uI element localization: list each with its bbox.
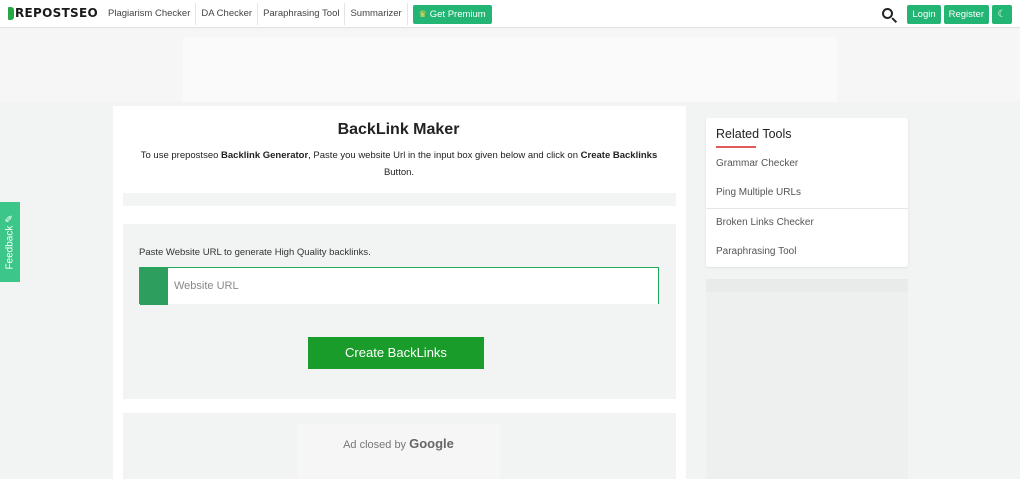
main-nav: Plagiarism Checker DA Checker Paraphrasi… bbox=[103, 0, 492, 28]
feedback-tab[interactable]: Feedback ✎ bbox=[0, 202, 20, 282]
feedback-label: Feedback ✎ bbox=[4, 214, 16, 270]
nav-plagiarism-checker[interactable]: Plagiarism Checker bbox=[103, 3, 197, 25]
page-title: BackLink Maker bbox=[337, 121, 460, 138]
related-link-ping-multiple-urls[interactable]: Ping Multiple URLs bbox=[716, 187, 801, 198]
dark-mode-toggle[interactable]: ☾ bbox=[992, 5, 1012, 24]
title-underline bbox=[716, 146, 756, 148]
website-url-input[interactable] bbox=[174, 268, 654, 304]
search-icon[interactable] bbox=[880, 6, 900, 24]
get-premium-button[interactable]: ♛ Get Premium bbox=[412, 4, 492, 24]
url-field-wrapper bbox=[139, 267, 659, 305]
sidebar-ad-header bbox=[706, 279, 908, 292]
bottom-ad-slot bbox=[297, 424, 500, 479]
get-premium-label: Get Premium bbox=[429, 8, 486, 20]
google-logo: Google bbox=[409, 436, 454, 451]
chat-icon: ✎ bbox=[4, 214, 16, 223]
header-actions: Login Register ☾ bbox=[880, 5, 1012, 24]
related-tools-title: Related Tools bbox=[716, 127, 792, 141]
login-button[interactable]: Login bbox=[907, 5, 941, 24]
nav-da-checker[interactable]: DA Checker bbox=[196, 3, 259, 25]
tool-description: To use prepostseo Backlink Generator, Pa… bbox=[140, 150, 658, 178]
url-field-addon bbox=[140, 268, 168, 305]
moon-icon: ☾ bbox=[997, 9, 1007, 20]
nav-summarizer[interactable]: Summarizer bbox=[345, 3, 408, 25]
related-link-grammar-checker[interactable]: Grammar Checker bbox=[716, 158, 798, 169]
create-backlinks-button[interactable]: Create BackLinks bbox=[308, 337, 484, 369]
top-ad-slot bbox=[183, 37, 837, 102]
related-link-paraphrasing-tool[interactable]: Paraphrasing Tool bbox=[716, 246, 796, 257]
logo-text: REPOSTSEO bbox=[15, 6, 99, 20]
top-navbar: REPOSTSEO Plagiarism Checker DA Checker … bbox=[0, 0, 1020, 28]
logo-mark-icon bbox=[8, 6, 14, 20]
url-field-label: Paste Website URL to generate High Quali… bbox=[139, 247, 371, 258]
top-ad-area bbox=[0, 29, 1020, 102]
ad-closed-message: Ad closed by Google bbox=[343, 436, 454, 451]
nav-paraphrasing-tool[interactable]: Paraphrasing Tool bbox=[258, 3, 346, 25]
logo[interactable]: REPOSTSEO bbox=[8, 6, 98, 20]
divider-bar bbox=[123, 193, 676, 206]
sidebar-ad-area bbox=[706, 279, 908, 479]
sidebar-divider bbox=[706, 208, 908, 209]
crown-icon: ♛ bbox=[418, 8, 427, 19]
register-button[interactable]: Register bbox=[943, 5, 989, 24]
related-link-broken-links-checker[interactable]: Broken Links Checker bbox=[716, 217, 814, 228]
